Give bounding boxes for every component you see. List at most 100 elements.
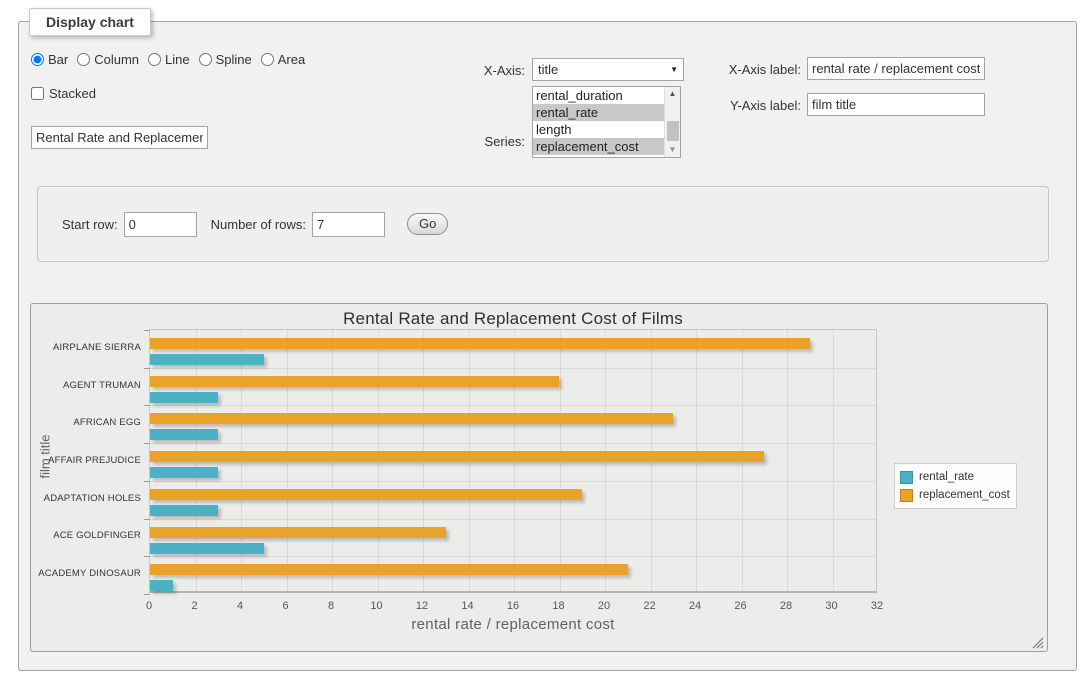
bar-rental_rate [150, 392, 218, 403]
radio-label-text: Spline [216, 52, 252, 67]
series-options: rental_durationrental_ratelengthreplacem… [533, 87, 664, 157]
scroll-down-icon[interactable]: ▼ [665, 143, 680, 157]
legend-item-replacement_cost: replacement_cost [900, 486, 1010, 504]
chart-type-radios: Bar Column Line Spline Area [31, 52, 305, 67]
gridline-horizontal [150, 443, 876, 444]
x-tick-label: 30 [814, 600, 850, 612]
radio-bar[interactable] [31, 53, 44, 66]
bar-replacement_cost [150, 564, 628, 575]
y-category-label: ACADEMY DINOSAUR [31, 568, 141, 579]
chart-type-area[interactable]: Area [261, 52, 305, 67]
radio-line[interactable] [148, 53, 161, 66]
chart-title-input[interactable] [31, 126, 208, 149]
x-tick-label: 12 [404, 600, 440, 612]
x-tick-label: 26 [723, 600, 759, 612]
chart-type-line[interactable]: Line [148, 52, 190, 67]
gridline-vertical [833, 330, 834, 591]
x-tick-label: 20 [586, 600, 622, 612]
radio-label-text: Column [94, 52, 139, 67]
x-tick-label: 32 [859, 600, 895, 612]
resize-handle-icon[interactable] [1032, 636, 1044, 648]
stacked-label: Stacked [49, 86, 96, 101]
stacked-checkbox[interactable] [31, 87, 44, 100]
go-button[interactable]: Go [407, 213, 448, 235]
y-category-label: ADAPTATION HOLES [31, 493, 141, 504]
stacked-checkbox-row[interactable]: Stacked [31, 86, 96, 101]
x-tick-label: 14 [450, 600, 486, 612]
yaxis-label-input[interactable] [807, 93, 985, 116]
y-axis-tick [144, 556, 150, 557]
series-listbox-label: Series: [459, 134, 525, 149]
x-tick-label: 0 [131, 600, 167, 612]
num-rows-label: Number of rows: [211, 217, 306, 232]
bar-rental_rate [150, 467, 218, 478]
y-axis-tick [144, 481, 150, 482]
panel-title: Display chart [29, 8, 151, 36]
bar-rental_rate [150, 543, 264, 554]
legend-item-rental_rate: rental_rate [900, 468, 1010, 486]
y-category-label: AGENT TRUMAN [31, 380, 141, 391]
x-tick-label: 16 [495, 600, 531, 612]
gridline-vertical [787, 330, 788, 591]
chart-type-spline[interactable]: Spline [199, 52, 252, 67]
gridline-horizontal [150, 519, 876, 520]
bar-replacement_cost [150, 413, 673, 424]
radio-area[interactable] [261, 53, 274, 66]
series-option-replacement_cost[interactable]: replacement_cost [533, 138, 664, 155]
x-tick-label: 8 [313, 600, 349, 612]
scroll-up-icon[interactable]: ▲ [665, 87, 680, 101]
x-tick-label: 2 [177, 600, 213, 612]
x-tick-label: 28 [768, 600, 804, 612]
xaxis-select-label: X-Axis: [459, 63, 525, 78]
series-option-rental_rate[interactable]: rental_rate [533, 104, 664, 121]
bar-replacement_cost [150, 527, 446, 538]
legend-label: rental_rate [919, 471, 974, 483]
bar-rental_rate [150, 580, 173, 591]
gridline-horizontal [150, 368, 876, 369]
radio-column[interactable] [77, 53, 90, 66]
gridline-horizontal [150, 481, 876, 482]
xaxis-select-wrap: title ▼ [532, 58, 684, 81]
gridline-horizontal [150, 405, 876, 406]
radio-label-text: Line [165, 52, 190, 67]
start-row-input[interactable] [124, 212, 197, 237]
y-axis-tick [144, 519, 150, 520]
y-axis-tick [144, 368, 150, 369]
radio-spline[interactable] [199, 53, 212, 66]
y-axis-tick [144, 443, 150, 444]
series-option-rental_duration[interactable]: rental_duration [533, 87, 664, 104]
bar-replacement_cost [150, 489, 582, 500]
chart-legend: rental_rate replacement_cost [894, 463, 1017, 509]
y-category-label: ACE GOLDFINGER [31, 530, 141, 541]
bar-replacement_cost [150, 451, 764, 462]
page: Display chart Bar Column Line Spline Area St… [0, 0, 1081, 681]
bar-rental_rate [150, 429, 218, 440]
row-params-panel: Start row: Number of rows: Go [37, 186, 1049, 262]
chart-container: Rental Rate and Replacement Cost of Film… [30, 303, 1048, 652]
chart-type-bar[interactable]: Bar [31, 52, 68, 67]
legend-label: replacement_cost [919, 489, 1010, 501]
yaxis-label-field-label: Y-Axis label: [721, 98, 801, 113]
series-scrollbar[interactable]: ▲ ▼ [664, 87, 680, 157]
chart-type-column[interactable]: Column [77, 52, 139, 67]
x-axis-title: rental rate / replacement cost [149, 616, 877, 633]
y-axis-tick [144, 405, 150, 406]
x-tick-label: 18 [541, 600, 577, 612]
gridline-horizontal [150, 556, 876, 557]
legend-swatch-rental_rate [900, 471, 913, 484]
series-option-length[interactable]: length [533, 121, 664, 138]
chart-title: Rental Rate and Replacement Cost of Film… [149, 309, 877, 329]
xaxis-select[interactable]: title [532, 58, 684, 81]
bar-rental_rate [150, 354, 264, 365]
scrollbar-thumb[interactable] [667, 121, 679, 141]
y-axis-tick [144, 330, 150, 331]
num-rows-input[interactable] [312, 212, 385, 237]
y-category-label: AFRICAN EGG [31, 417, 141, 428]
xaxis-label-input[interactable] [807, 57, 985, 80]
start-row-label: Start row: [62, 217, 118, 232]
y-category-label: AFFAIR PREJUDICE [31, 455, 141, 466]
x-tick-label: 22 [632, 600, 668, 612]
x-tick-label: 6 [268, 600, 304, 612]
bar-replacement_cost [150, 376, 559, 387]
bar-rental_rate [150, 505, 218, 516]
